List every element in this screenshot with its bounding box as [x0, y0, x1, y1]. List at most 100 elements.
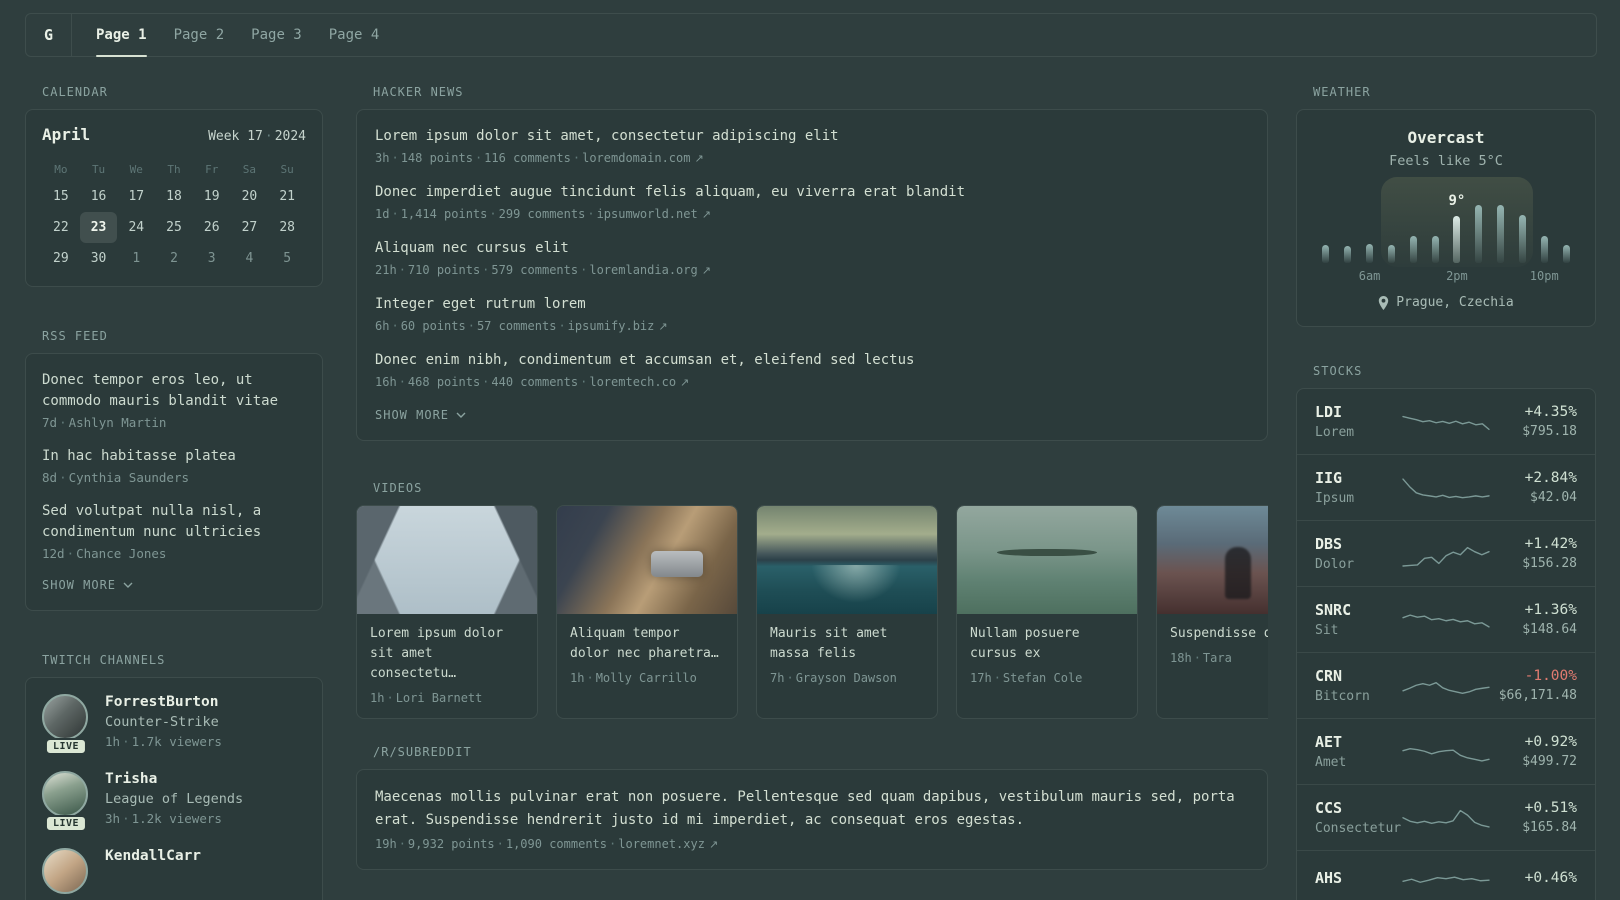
live-badge: LIVE	[44, 815, 88, 832]
reddit-post-meta: 19h · 9,932 points · 1,090 comments · loremnet…	[375, 837, 719, 851]
calendar-day[interactable]: 20	[231, 181, 269, 212]
hn-show-more-button[interactable]: SHOW MORE	[375, 408, 1249, 422]
stock-row[interactable]: CCS Consectetur +0.51% $165.84	[1297, 784, 1595, 850]
stock-sparkline	[1403, 605, 1489, 635]
calendar-day[interactable]: 24	[117, 212, 155, 243]
hn-item-title[interactable]: Aliquam nec cursus elit	[375, 238, 1249, 259]
twitch-channel-row[interactable]: KendallCarr	[42, 848, 306, 894]
weather-highlight-temp: 9°	[1448, 193, 1466, 209]
calendar-day[interactable]: 27	[231, 212, 269, 243]
video-card[interactable]: Lorem ipsum dolor sit amet consectetu… 1…	[356, 505, 538, 719]
rss-item-meta: 12d · Chance Jones	[42, 546, 167, 561]
subreddit-section: /R/SUBREDDIT Maecenas mollis pulvinar er…	[356, 745, 1268, 870]
hn-item-title[interactable]: Donec enim nibh, condimentum et accumsan…	[375, 350, 1249, 371]
hn-item-domain[interactable]: ipsumworld.net	[597, 207, 698, 221]
stock-row[interactable]: DBS Dolor +1.42% $156.28	[1297, 520, 1595, 586]
streamer-avatar	[42, 694, 88, 740]
calendar-day-header: Th	[167, 162, 181, 176]
calendar-day[interactable]: 28	[268, 212, 306, 243]
video-card[interactable]: Nullam posuere cursus ex 17h · Stefan Cole	[956, 505, 1138, 719]
hn-item: Aliquam nec cursus elit 21h · 710 points · 5…	[375, 238, 1249, 277]
calendar-day-next-month[interactable]: 2	[155, 243, 193, 274]
rss-item: Donec tempor eros leo, ut commodo mauris…	[42, 370, 306, 430]
calendar-day[interactable]: 18	[155, 181, 193, 212]
stock-row[interactable]: CRN Bitcorn -1.00% $66,171.48	[1297, 652, 1595, 718]
hn-item-domain[interactable]: loremtech.co	[589, 375, 676, 389]
weather-bar	[1468, 205, 1490, 263]
weather-bar	[1315, 245, 1337, 263]
video-meta: 7h · Grayson Dawson	[770, 671, 897, 685]
middle-column: HACKER NEWS Lorem ipsum dolor sit amet, …	[356, 85, 1268, 900]
hn-item-domain[interactable]: loremlandia.org	[589, 263, 697, 277]
external-link-icon: ↗	[708, 838, 719, 851]
calendar-day[interactable]: 15	[42, 181, 80, 212]
calendar-day[interactable]: 29	[42, 243, 80, 274]
stock-price: $66,171.48	[1498, 688, 1577, 703]
live-badge: LIVE	[44, 738, 88, 755]
stock-ticker: CRN	[1315, 667, 1343, 685]
rss-card: Donec tempor eros leo, ut commodo mauris…	[25, 353, 323, 611]
stock-sparkline	[1403, 737, 1489, 767]
video-card[interactable]: Suspendisse diam 18h·Tara	[1156, 505, 1268, 719]
calendar-section-title: CALENDAR	[42, 85, 108, 99]
video-title: Lorem ipsum dolor sit amet consectetu…	[370, 626, 504, 681]
reddit-post-title[interactable]: Maecenas mollis pulvinar erat non posuer…	[375, 786, 1235, 832]
calendar-day-next-month[interactable]: 3	[193, 243, 231, 274]
tab-page-2[interactable]: Page 2	[174, 14, 225, 56]
streamer-game: League of Legends	[105, 791, 244, 807]
tab-page-1[interactable]: Page 1	[96, 14, 147, 57]
stock-row[interactable]: SNRC Sit +1.36% $148.64	[1297, 586, 1595, 652]
calendar-day[interactable]: 16	[80, 181, 118, 212]
weather-time-label: 6am	[1358, 269, 1381, 283]
streamer-name: ForrestBurton	[105, 694, 219, 710]
weather-bar	[1402, 236, 1424, 263]
calendar-day[interactable]: 17	[117, 181, 155, 212]
twitch-channel-row[interactable]: LIVE Trisha League of Legends 3h · 1.2k vi…	[42, 771, 306, 832]
stock-row[interactable]: AET Amet +0.92% $499.72	[1297, 718, 1595, 784]
video-card[interactable]: Aliquam tempor dolor nec pharetra… 1h · Mo…	[556, 505, 738, 719]
calendar-day-next-month[interactable]: 4	[231, 243, 269, 274]
rss-item-title[interactable]: Donec tempor eros leo, ut commodo mauris…	[42, 370, 306, 412]
calendar-day-selected[interactable]: 23	[79, 212, 118, 243]
stock-row[interactable]: LDI Lorem +4.35% $795.18	[1297, 389, 1595, 454]
subreddit-card: Maecenas mollis pulvinar erat non posuer…	[356, 769, 1268, 870]
subreddit-section-title: /R/SUBREDDIT	[373, 745, 472, 759]
hn-item-title[interactable]: Lorem ipsum dolor sit amet, consectetur …	[375, 126, 1249, 147]
calendar-day-next-month[interactable]: 1	[117, 243, 155, 274]
calendar-day[interactable]: 26	[193, 212, 231, 243]
calendar-day[interactable]: 21	[268, 181, 306, 212]
stock-row[interactable]: AHS +0.46%	[1297, 850, 1595, 900]
stock-row[interactable]: IIG Ipsum +2.84% $42.04	[1297, 454, 1595, 520]
app-logo[interactable]: G	[26, 14, 72, 56]
calendar-day[interactable]: 30	[80, 243, 118, 274]
hn-item-meta: 3h · 148 points · 116 comments · loremdomain.c…	[375, 151, 704, 165]
stock-change: +0.46%	[1524, 870, 1577, 886]
tab-page-3[interactable]: Page 3	[251, 14, 302, 56]
calendar-day[interactable]: 22	[42, 212, 80, 243]
hn-item-domain[interactable]: ipsumify.biz	[568, 319, 655, 333]
rss-item-title[interactable]: Sed volutpat nulla nisl, a condimentum n…	[42, 501, 306, 543]
calendar-day[interactable]: 19	[193, 181, 231, 212]
chevron-down-icon	[456, 412, 466, 418]
videos-section-title: VIDEOS	[373, 481, 423, 495]
streamer-avatar	[42, 848, 88, 894]
rss-item-title[interactable]: In hac habitasse platea	[42, 446, 306, 467]
hn-item-title[interactable]: Donec imperdiet augue tincidunt felis al…	[375, 182, 1249, 203]
rss-show-more-button[interactable]: SHOW MORE	[42, 578, 306, 592]
video-card[interactable]: Mauris sit amet massa felis 7h · Grayson D…	[756, 505, 938, 719]
stock-sparkline	[1403, 407, 1489, 437]
hn-item-domain[interactable]: loremdomain.com	[582, 151, 690, 165]
tab-page-4[interactable]: Page 4	[329, 14, 380, 56]
reddit-post-domain[interactable]: loremnet.xyz	[618, 837, 705, 851]
video-title: Mauris sit amet massa felis	[770, 626, 888, 661]
calendar-card: April Week 17 · 2024 Mo Tu We Th Fr Sa Su …	[25, 109, 323, 287]
calendar-day-next-month[interactable]: 5	[268, 243, 306, 274]
stock-ticker: IIG	[1315, 469, 1343, 487]
hn-item-title[interactable]: Integer eget rutrum lorem	[375, 294, 1249, 315]
stock-change: +0.51%	[1524, 800, 1577, 816]
stock-sparkline	[1403, 473, 1489, 503]
calendar-day[interactable]: 25	[155, 212, 193, 243]
twitch-channel-row[interactable]: LIVE ForrestBurton Counter-Strike 1h · 1.7…	[42, 694, 306, 755]
stock-ticker: AHS	[1315, 869, 1343, 887]
rss-section-title: RSS FEED	[42, 329, 108, 343]
